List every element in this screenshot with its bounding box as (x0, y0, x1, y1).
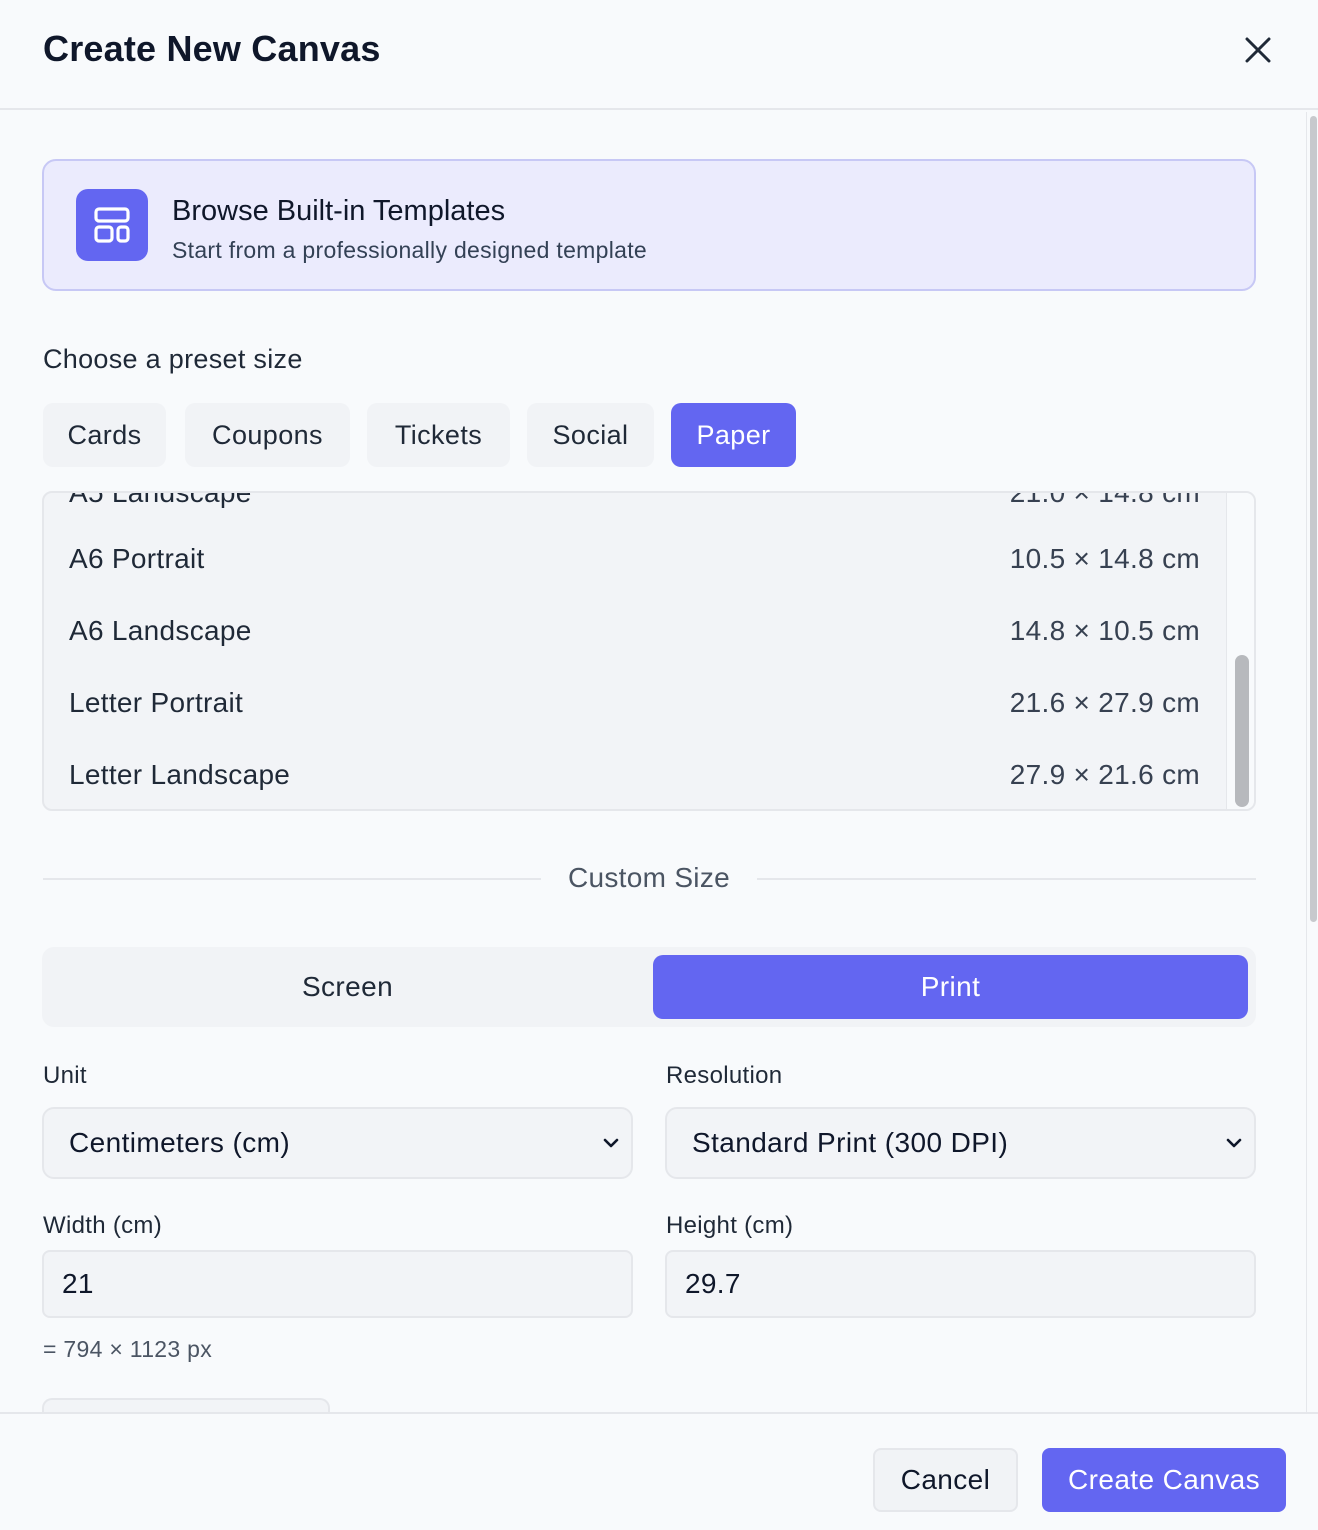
width-label: Width (cm) (43, 1212, 162, 1239)
preset-item-size: 14.8 × 10.5 cm (1009, 615, 1200, 646)
dialog-scrollbar-thumb[interactable] (1310, 116, 1317, 922)
resolution-select-value: Standard Print (300 DPI) (692, 1127, 1009, 1158)
resolution-label: Resolution (666, 1062, 783, 1089)
mode-print-button[interactable]: Print (653, 955, 1248, 1019)
close-icon (1245, 37, 1271, 63)
preset-item-name: A5 Landscape (69, 491, 252, 508)
dialog-footer: Cancel Create Canvas (0, 1412, 1318, 1530)
preset-item-name: Letter Landscape (69, 759, 291, 790)
preset-item[interactable]: A6 Landscape 14.8 × 10.5 cm (44, 595, 1226, 667)
dialog-header: Create New Canvas (0, 0, 1318, 110)
mode-toggle: Screen Print (42, 947, 1256, 1027)
divider-left (43, 878, 541, 880)
pixel-size-readout: = 794 × 1123 px (43, 1336, 213, 1362)
tab-cards[interactable]: Cards (43, 403, 166, 467)
tab-social[interactable]: Social (527, 403, 654, 467)
dialog-title: Create New Canvas (43, 28, 381, 69)
preset-size-label: Choose a preset size (43, 344, 303, 374)
tab-coupons[interactable]: Coupons (185, 403, 350, 467)
unit-select[interactable]: Centimeters (cm) (42, 1107, 633, 1179)
divider-right (757, 878, 1256, 880)
preset-item-size: 27.9 × 21.6 cm (1009, 759, 1200, 790)
preset-item-size: 21.0 × 14.8 cm (1009, 491, 1200, 508)
mode-screen-button[interactable]: Screen (50, 955, 645, 1019)
templates-title: Browse Built-in Templates (172, 195, 506, 227)
preset-item-name: Letter Portrait (69, 687, 244, 718)
preset-item-name: A6 Portrait (69, 543, 205, 574)
close-button[interactable] (1232, 24, 1284, 76)
preset-item-name: A6 Landscape (69, 615, 252, 646)
preset-list[interactable]: A5 Landscape 21.0 × 14.8 cm A6 Portrait … (42, 491, 1256, 811)
resolution-select[interactable]: Standard Print (300 DPI) (665, 1107, 1256, 1179)
create-canvas-button[interactable]: Create Canvas (1042, 1448, 1286, 1512)
browse-templates-button[interactable]: Browse Built-in Templates Start from a p… (42, 159, 1256, 291)
height-input-value: 29.7 (685, 1268, 741, 1299)
preset-item[interactable]: A6 Portrait 10.5 × 14.8 cm (44, 523, 1226, 595)
preset-item[interactable]: Letter Landscape 27.9 × 21.6 cm (44, 739, 1226, 809)
preset-item[interactable]: Letter Portrait 21.6 × 27.9 cm (44, 667, 1226, 739)
chevron-down-icon (1226, 1138, 1242, 1148)
unit-select-value: Centimeters (cm) (69, 1127, 291, 1158)
preset-item-size: 21.6 × 27.9 cm (1009, 687, 1200, 718)
tab-tickets[interactable]: Tickets (367, 403, 510, 467)
height-label: Height (cm) (666, 1212, 794, 1239)
unit-label: Unit (43, 1062, 87, 1089)
preset-list-scrollbar[interactable] (1226, 493, 1254, 809)
width-input[interactable]: 21 (42, 1250, 633, 1318)
templates-subtitle: Start from a professionally designed tem… (172, 237, 648, 263)
height-input[interactable]: 29.7 (665, 1250, 1256, 1318)
template-layout-icon (76, 189, 148, 261)
dialog-scrollbar[interactable] (1306, 112, 1318, 1412)
tab-paper[interactable]: Paper (671, 403, 796, 467)
custom-size-label: Custom Size (567, 862, 731, 893)
chevron-down-icon (603, 1138, 619, 1148)
cancel-button[interactable]: Cancel (873, 1448, 1018, 1512)
preset-item-size: 10.5 × 14.8 cm (1009, 543, 1200, 574)
width-input-value: 21 (62, 1268, 94, 1299)
preset-list-scrollbar-thumb[interactable] (1235, 655, 1249, 807)
